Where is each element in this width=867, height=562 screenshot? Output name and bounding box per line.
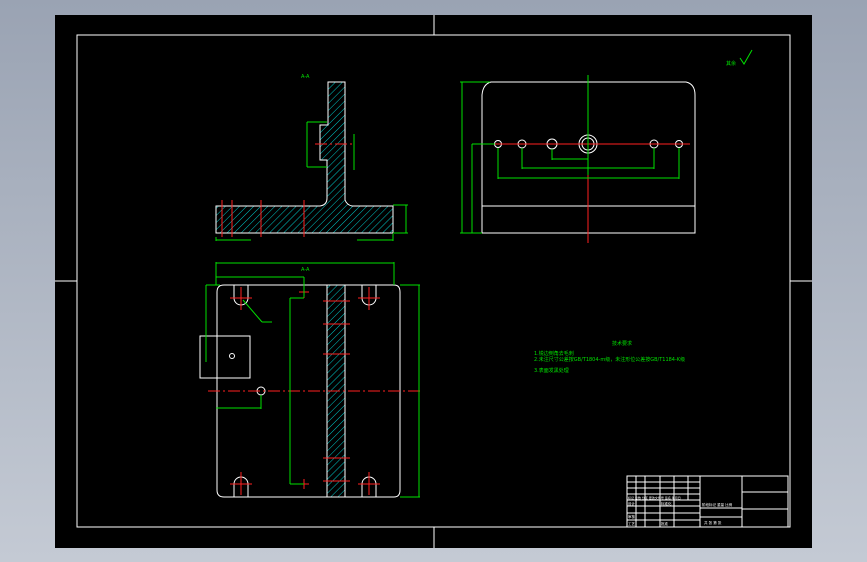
cad-drawing-sheet: A-A A-A 技术要求 1.锐边倒角去毛刺 2.未注尺寸公差按GB/T1804… (55, 15, 812, 548)
title-block-design: 设计 (628, 501, 636, 506)
tech-requirements-title: 技术要求 (612, 340, 632, 347)
section-label-bottom: A-A (301, 267, 310, 273)
tech-requirement-line: 1.锐边倒角去毛刺 (534, 350, 574, 357)
title-block-stage: 阶段标记 重量 比例 (702, 502, 733, 507)
title-block-approve: 批准 (661, 521, 669, 526)
title-block-row1: 标记 处数 分区 更改文件号 签名 年月日 (628, 495, 681, 500)
title-block-sheet: 共 张 第 张 (704, 520, 722, 525)
title-block-std: 标准化 (661, 501, 672, 506)
tech-requirement-line: 2.未注尺寸公差按GB/T1804-m级，未注形位公差按GB/T1184-K级 (534, 356, 685, 363)
section-label: A-A (301, 74, 310, 80)
sheet-background (55, 15, 812, 548)
title-block-process: 工艺 (628, 521, 636, 526)
tech-requirement-line: 3.表面发黑处理 (534, 367, 569, 374)
roughness-note: 其余 (726, 60, 736, 67)
title-block-review: 审核 (628, 514, 636, 519)
